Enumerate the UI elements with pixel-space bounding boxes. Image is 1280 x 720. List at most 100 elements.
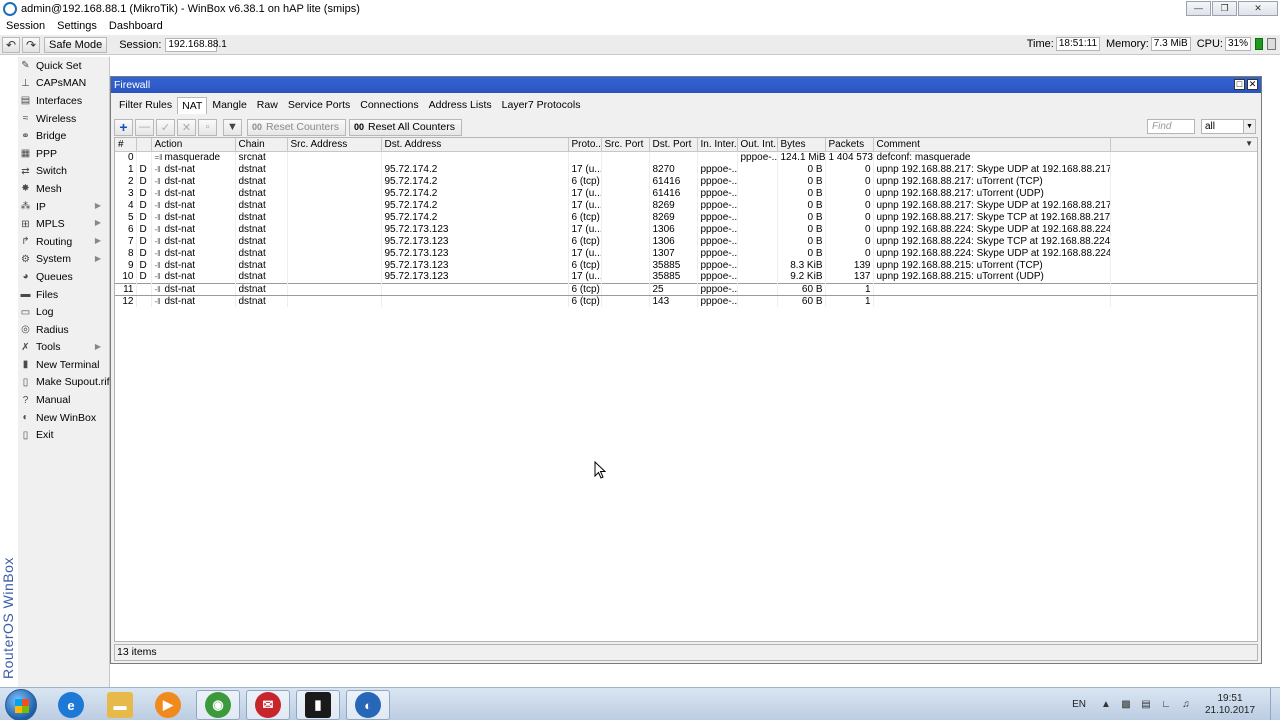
tab-mangle[interactable]: Mangle	[207, 96, 251, 114]
taskbar-file-explorer[interactable]: ▬	[98, 690, 142, 720]
table-row[interactable]: 4 D -‖ dst-nat dstnat 95.72.174.2 17 (u... 8269…	[115, 199, 1257, 211]
language-indicator[interactable]: EN	[1072, 699, 1086, 710]
tab-service-ports[interactable]: Service Ports	[283, 96, 355, 114]
sidebar-item-capsman[interactable]: ⊥ CAPsMAN	[18, 75, 109, 93]
table-row[interactable]: 3 D -‖ dst-nat dstnat 95.72.174.2 17 (u... 6141…	[115, 187, 1257, 199]
taskbar-app-red[interactable]: ✉	[246, 690, 290, 720]
menu-settings[interactable]: Settings	[51, 20, 103, 32]
sidebar-item-switch[interactable]: ⇄ Switch	[18, 163, 109, 181]
sidebar-item-exit[interactable]: ▯ Exit	[18, 426, 109, 444]
column-header[interactable]: Dst. Port	[649, 138, 698, 152]
add-button[interactable]: +	[114, 118, 133, 136]
comment-button[interactable]: ▫	[198, 118, 217, 136]
sidebar-item-radius[interactable]: ◎ Radius	[18, 321, 109, 339]
column-header[interactable]: Src. Address	[287, 138, 382, 152]
taskbar-terminal[interactable]: ▮	[296, 690, 340, 720]
column-header[interactable]: Src. Port	[601, 138, 650, 152]
reset-counters-button[interactable]: 00 Reset Counters	[247, 118, 346, 136]
maximize-button[interactable]: □	[1234, 79, 1245, 90]
column-header[interactable]: Comment	[873, 138, 1111, 152]
lock-icon[interactable]	[1267, 38, 1276, 50]
volume-icon[interactable]: ♫	[1180, 699, 1192, 711]
redo-button[interactable]: ↷	[22, 36, 40, 53]
columns-dropdown-icon[interactable]: ▼	[1245, 139, 1253, 148]
restore-button[interactable]: ❐	[1212, 1, 1237, 16]
close-window-button[interactable]: ✕	[1247, 79, 1258, 90]
column-header[interactable]	[136, 138, 152, 152]
sidebar-item-tools[interactable]: ✗ Tools ▶	[18, 339, 109, 357]
session-field[interactable]: 192.168.88.1	[165, 37, 227, 52]
reset-all-counters-button[interactable]: 00 Reset All Counters	[348, 118, 462, 136]
signal-icon[interactable]: ∟	[1160, 699, 1172, 711]
column-header[interactable]: Chain	[235, 138, 288, 152]
sidebar-item-queues[interactable]: ◕ Queues	[18, 268, 109, 286]
remove-button[interactable]: —	[135, 118, 154, 136]
taskbar-internet-explorer[interactable]: e	[49, 690, 93, 720]
tray-app-icon[interactable]: ▩	[1120, 699, 1132, 711]
tab-filter-rules[interactable]: Filter Rules	[114, 96, 177, 114]
column-header[interactable]: In. Inter...	[697, 138, 738, 152]
filter-button[interactable]: ▼	[223, 118, 242, 136]
table-row[interactable]: 2 D -‖ dst-nat dstnat 95.72.174.2 6 (tcp) 61416…	[115, 175, 1257, 187]
table-row[interactable]: 5 D -‖ dst-nat dstnat 95.72.174.2 6 (tcp) 8269 p…	[115, 211, 1257, 223]
network-icon[interactable]: ▤	[1140, 699, 1152, 711]
firewall-titlebar[interactable]: Firewall □ ✕	[111, 77, 1261, 93]
column-header[interactable]: Bytes	[777, 138, 826, 152]
taskbar-media-player[interactable]: ▶	[146, 690, 190, 720]
sidebar-item-system[interactable]: ⚙ System ▶	[18, 251, 109, 269]
taskbar-winbox[interactable]: ◐	[346, 690, 390, 720]
disable-button[interactable]: ✕	[177, 118, 196, 136]
tab-raw[interactable]: Raw	[252, 96, 283, 114]
sidebar-item-ip[interactable]: ⁂ IP ▶	[18, 198, 109, 216]
enable-button[interactable]: ✓	[156, 118, 175, 136]
table-row[interactable]: 6 D -‖ dst-nat dstnat 95.72.173.123 17 (u... 13…	[115, 223, 1257, 235]
sidebar-item-interfaces[interactable]: ▤ Interfaces	[18, 92, 109, 110]
menu-dashboard[interactable]: Dashboard	[103, 20, 169, 32]
column-header[interactable]: #	[115, 138, 137, 152]
sidebar-item-wireless[interactable]: ≈ Wireless	[18, 110, 109, 128]
table-row[interactable]: 12 -‖ dst-nat dstnat 6 (tcp) 143 pppoe-... 60 B…	[115, 295, 1257, 307]
sidebar-item-make-supout-rif[interactable]: ▯ Make Supout.rif	[18, 374, 110, 392]
undo-button[interactable]: ↶	[2, 36, 20, 53]
close-button[interactable]: ✕	[1238, 1, 1278, 16]
table-row[interactable]: 11 -‖ dst-nat dstnat 6 (tcp) 25 pppoe-... 60 B1	[115, 282, 1257, 296]
sidebar-item-manual[interactable]: ? Manual	[18, 391, 109, 409]
safe-mode-button[interactable]: Safe Mode	[44, 36, 108, 53]
sidebar-item-quick-set[interactable]: ✎ Quick Set	[18, 57, 109, 75]
cell-num: 8	[115, 247, 137, 259]
sidebar-item-log[interactable]: ▭ Log	[18, 303, 109, 321]
table-row[interactable]: 0 =‖ masquerade srcnat pppoe-... 124.1 MiB 1 4…	[115, 151, 1257, 163]
table-row[interactable]: 8 D -‖ dst-nat dstnat 95.72.173.123 17 (u... 13…	[115, 247, 1257, 259]
sidebar-item-routing[interactable]: ↱ Routing ▶	[18, 233, 109, 251]
column-header[interactable]: Packets	[825, 138, 874, 152]
start-button[interactable]	[5, 689, 37, 720]
menu-session[interactable]: Session	[0, 20, 51, 32]
tab-connections[interactable]: Connections	[355, 96, 423, 114]
sidebar-item-mesh[interactable]: ✸ Mesh	[18, 180, 109, 198]
tab-nat[interactable]: NAT	[177, 97, 208, 114]
tab-address-lists[interactable]: Address Lists	[424, 96, 497, 114]
table-row[interactable]: 9 D -‖ dst-nat dstnat 95.72.173.123 6 (tcp) 358…	[115, 259, 1257, 271]
cell-bytes: 60 B	[777, 282, 826, 296]
minimize-button[interactable]: —	[1186, 1, 1211, 16]
taskbar-chrome[interactable]: ◉	[196, 690, 240, 720]
filter-select[interactable]: all ▼	[1201, 119, 1256, 134]
sidebar-item-new-winbox[interactable]: ◐ New WinBox	[18, 409, 109, 427]
sidebar-item-bridge[interactable]: ⚭ Bridge	[18, 127, 109, 145]
column-header[interactable]: Action	[151, 138, 236, 152]
sidebar-item-files[interactable]: ▬ Files	[18, 286, 109, 304]
clock[interactable]: 19:51 21.10.2017	[1200, 693, 1260, 717]
sidebar-item-mpls[interactable]: ⊞ MPLS ▶	[18, 215, 109, 233]
column-header[interactable]: Out. Int...	[737, 138, 778, 152]
table-row[interactable]: 10 D -‖ dst-nat dstnat 95.72.173.123 17 (u... 3…	[115, 271, 1257, 283]
sidebar-item-ppp[interactable]: ▦ PPP	[18, 145, 109, 163]
tab-layer7-protocols[interactable]: Layer7 Protocols	[497, 96, 586, 114]
sidebar-item-new-terminal[interactable]: ▮ New Terminal	[18, 356, 109, 374]
table-row[interactable]: 7 D -‖ dst-nat dstnat 95.72.173.123 6 (tcp) 130…	[115, 235, 1257, 247]
column-header[interactable]: Proto...	[568, 138, 602, 152]
column-header[interactable]: Dst. Address	[381, 138, 569, 152]
tray-expand-icon[interactable]: ▲	[1100, 699, 1112, 711]
find-input[interactable]: Find	[1147, 119, 1195, 134]
show-desktop-button[interactable]	[1270, 688, 1280, 720]
table-row[interactable]: 1 D -‖ dst-nat dstnat 95.72.174.2 17 (u... 8270…	[115, 163, 1257, 175]
